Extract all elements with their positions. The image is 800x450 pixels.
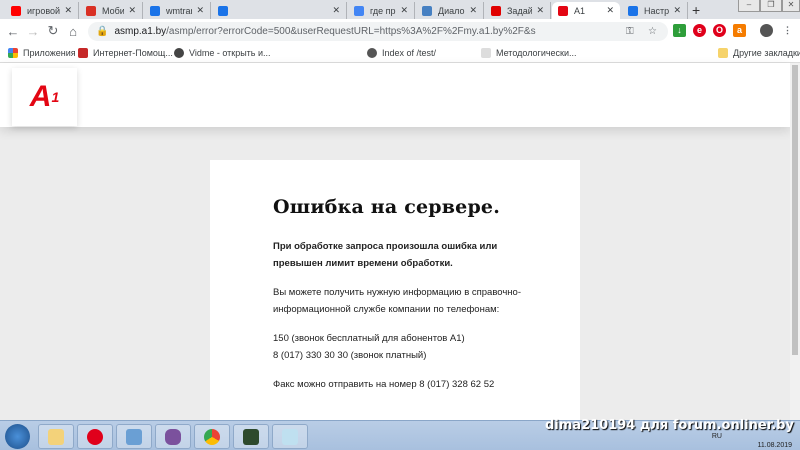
- profile-avatar[interactable]: [760, 24, 773, 37]
- shopping-extension-icon[interactable]: a: [733, 24, 746, 37]
- error-lead: При обработке запроса произошла ошибка и…: [273, 241, 498, 269]
- tab-title: где при: [370, 5, 396, 16]
- phone-free: 150 (звонок бесплатный для абонентов A1): [273, 333, 465, 344]
- phone-list: 150 (звонок бесплатный для абонентов A1)…: [273, 330, 533, 364]
- tab-title: A1: [574, 5, 586, 16]
- notepad-taskbar-button[interactable]: [272, 424, 308, 449]
- maximize-button[interactable]: ❐: [760, 0, 782, 12]
- tab-close-icon[interactable]: ✕: [332, 5, 340, 16]
- reload-icon[interactable]: ↻: [43, 23, 63, 39]
- bookmark-other[interactable]: Другие закладки: [718, 47, 800, 58]
- tab-favicon-icon: [628, 5, 638, 16]
- tab[interactable]: игровой ✕: [5, 2, 79, 19]
- opera-extension-icon[interactable]: O: [713, 24, 726, 37]
- tab-favicon-icon: [491, 5, 501, 16]
- tab[interactable]: wmtrans ✕: [144, 2, 211, 19]
- logo-text: A: [29, 80, 52, 113]
- clock-date[interactable]: 11.08.2019: [757, 442, 792, 449]
- viber-taskbar-button[interactable]: [155, 424, 191, 449]
- tab[interactable]: Мобильн✕: [80, 2, 143, 19]
- taskbar: dima210194 для forum.onliner.by RU 11.08…: [0, 418, 800, 450]
- error-card: Ошибка на сервере. При обработке запроса…: [210, 160, 580, 420]
- tab-title: Мобильн: [102, 5, 125, 16]
- logo-sup: 1: [51, 89, 60, 105]
- tab-close-icon[interactable]: ✕: [606, 5, 614, 16]
- start-button[interactable]: [5, 424, 30, 449]
- system-tray: RU 11.08.2019: [712, 432, 792, 450]
- scrollbar[interactable]: [790, 63, 800, 420]
- forward-icon[interactable]: →: [23, 24, 43, 39]
- tab-favicon-icon: [11, 5, 21, 16]
- star-icon[interactable]: ☆: [648, 26, 657, 37]
- tab[interactable]: ✕: [212, 2, 347, 19]
- close-window-button[interactable]: ✕: [782, 0, 800, 12]
- tab-close-icon[interactable]: ✕: [469, 5, 477, 16]
- tab-strip: игровой✕Мобильн✕wmtrans✕✕где при✕Диалоги…: [0, 0, 800, 19]
- tab-title: wmtrans: [166, 5, 192, 16]
- tab-favicon-icon: [354, 5, 364, 16]
- tab[interactable]: A1 ✕: [552, 2, 620, 19]
- menu-icon[interactable]: ⋮: [781, 24, 794, 37]
- tab[interactable]: Диалоги ✕: [416, 2, 484, 19]
- bookmark-label: Методологически...: [496, 47, 577, 58]
- home-icon[interactable]: ⌂: [63, 24, 83, 39]
- bookmark-label: Другие закладки: [733, 47, 800, 58]
- tab-close-icon[interactable]: ✕: [673, 5, 681, 16]
- tab-close-icon[interactable]: ✕: [64, 5, 72, 16]
- bookmark-apps[interactable]: Приложения: [8, 47, 76, 58]
- terminal-taskbar-button[interactable]: [233, 424, 269, 449]
- tab-favicon-icon: [86, 5, 96, 16]
- fax-info: Факс можно отправить на номер 8 (017) 32…: [273, 379, 495, 390]
- back-icon[interactable]: ←: [3, 24, 23, 39]
- tab-favicon-icon: [218, 5, 228, 16]
- explorer-taskbar-button[interactable]: [38, 424, 74, 449]
- bookmarks-bar: Приложения Интернет-Помощ... Vidme - отк…: [0, 43, 800, 63]
- error-title: Ошибка на сервере.: [273, 196, 501, 218]
- new-tab-button[interactable]: +: [692, 2, 700, 18]
- tab-title: Настрой: [644, 5, 670, 16]
- watermark: dima210194 для forum.onliner.by: [545, 418, 794, 433]
- error-info: Вы можете получить нужную информацию в с…: [273, 287, 521, 315]
- address-bar[interactable]: 🔒 asmp.a1.by/asmp/error?errorCode=500&us…: [88, 22, 668, 41]
- chrome-taskbar-button[interactable]: [194, 424, 230, 449]
- minimize-button[interactable]: –: [738, 0, 760, 12]
- language-indicator[interactable]: RU: [712, 433, 722, 440]
- tab-close-icon[interactable]: ✕: [536, 5, 544, 16]
- bookmark-label: Приложения: [23, 47, 76, 58]
- bookmark-item[interactable]: Index of /test/: [367, 47, 437, 58]
- key-icon[interactable]: ⚿: [626, 26, 634, 37]
- tab-title: Задай в: [507, 5, 533, 16]
- bookmark-item[interactable]: Методологически...: [481, 47, 577, 58]
- bookmark-item[interactable]: Vidme - открыть и...: [174, 47, 271, 58]
- opera-taskbar-button[interactable]: [77, 424, 113, 449]
- tab[interactable]: Настрой✕: [622, 2, 688, 19]
- tab-favicon-icon: [150, 5, 160, 16]
- tab-favicon-icon: [422, 5, 432, 16]
- tab[interactable]: где при ✕: [348, 2, 415, 19]
- bookmark-label: Vidme - открыть и...: [189, 47, 271, 58]
- site-header: A1: [0, 63, 790, 127]
- tab-close-icon[interactable]: ✕: [128, 5, 136, 16]
- tab-close-icon[interactable]: ✕: [196, 5, 204, 16]
- tab-favicon-icon: [558, 5, 568, 16]
- url-path: /asmp/error?errorCode=500&userRequestURL…: [166, 26, 536, 37]
- scrollbar-thumb[interactable]: [792, 65, 798, 355]
- tab-title: Диалоги: [438, 5, 465, 16]
- tab-close-icon[interactable]: ✕: [400, 5, 408, 16]
- a1-logo[interactable]: A1: [12, 68, 77, 126]
- lock-icon: 🔒: [96, 26, 109, 37]
- url-host: asmp.a1.by: [114, 26, 167, 37]
- tab[interactable]: Задай в✕: [485, 2, 551, 19]
- browser-toolbar: ← → ↻ ⌂ 🔒 asmp.a1.by/asmp/error?errorCod…: [0, 19, 800, 43]
- bookmark-label: Интернет-Помощ...: [93, 47, 173, 58]
- tab-title: игровой: [27, 5, 61, 16]
- download-extension-icon[interactable]: ↓: [673, 24, 686, 37]
- network-taskbar-button[interactable]: [116, 424, 152, 449]
- bookmark-label: Index of /test/: [382, 47, 437, 58]
- extension-e-icon[interactable]: e: [693, 24, 706, 37]
- bookmark-item[interactable]: Интернет-Помощ...: [78, 47, 173, 58]
- phone-paid: 8 (017) 330 30 30 (звонок платный): [273, 350, 427, 361]
